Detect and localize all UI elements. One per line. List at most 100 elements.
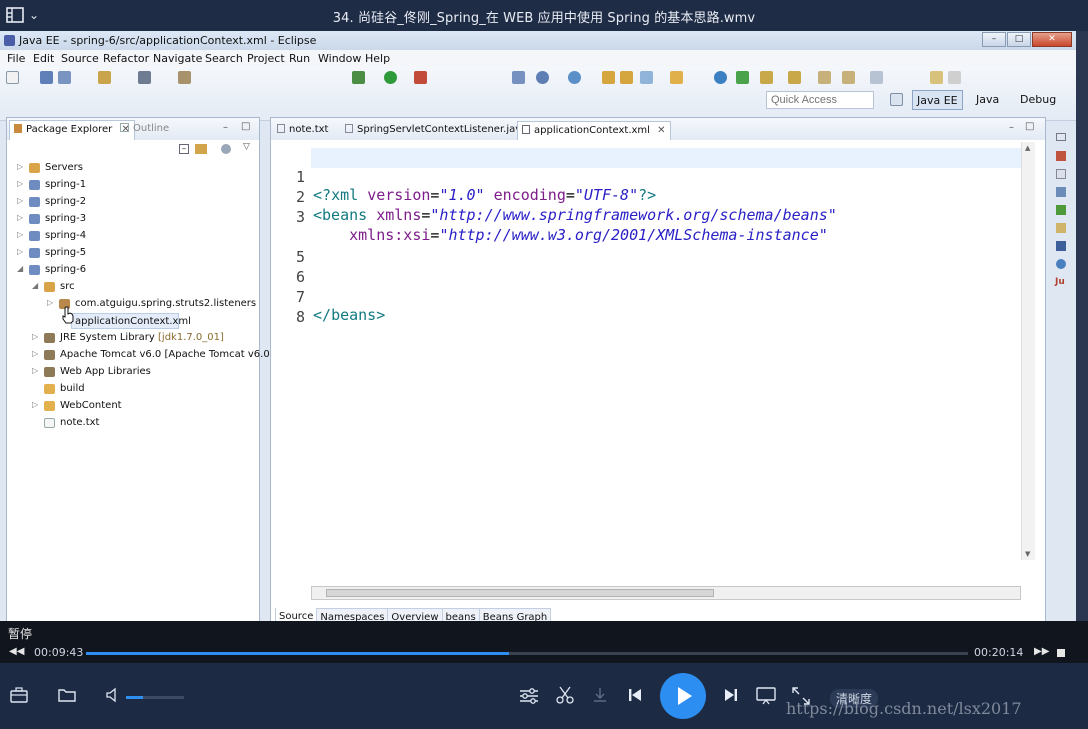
tree-item-spring-6[interactable]: ◢ spring-6 [7, 262, 257, 278]
menu-window[interactable]: Window [318, 52, 361, 65]
tab-spring-servlet-listener[interactable]: SpringServletContextListener.java [341, 121, 531, 140]
build-icon[interactable] [178, 71, 191, 84]
scroll-down-icon[interactable]: ▼ [1025, 550, 1030, 558]
maximize-button[interactable]: □ [1007, 32, 1031, 47]
expand-arrow-icon[interactable]: ▷ [17, 213, 23, 222]
new-server-icon[interactable] [512, 71, 525, 84]
maximize-view-icon[interactable]: □ [1025, 121, 1034, 132]
properties-view-icon[interactable] [1056, 169, 1066, 179]
last-edit-icon[interactable] [870, 71, 883, 84]
expand-arrow-icon[interactable]: ▷ [32, 332, 38, 341]
menu-run[interactable]: Run [289, 52, 310, 65]
new-web-icon[interactable] [536, 71, 549, 84]
play-button[interactable] [660, 673, 706, 719]
download-icon[interactable] [592, 687, 608, 703]
tree-item-application-context[interactable]: applicationContext.xml [71, 313, 191, 329]
next-icon[interactable] [723, 687, 739, 703]
scrollbar-thumb[interactable] [326, 589, 714, 597]
tree-item-tomcat-library[interactable]: ▷ Apache Tomcat v6.0 [Apache Tomcat v6.0… [7, 347, 274, 363]
data-source-view-icon[interactable] [1056, 205, 1066, 215]
globe-icon[interactable] [714, 71, 727, 84]
minimize-view-icon[interactable]: – [1009, 122, 1014, 133]
maximize-view-icon[interactable]: □ [241, 121, 250, 132]
vertical-scrollbar[interactable]: ▲ ▼ [1021, 142, 1035, 560]
minimize-button[interactable]: – [982, 32, 1006, 47]
next-annotation-icon[interactable] [788, 71, 801, 84]
volume-icon[interactable] [105, 687, 121, 703]
collapse-arrow-icon[interactable]: ◢ [32, 281, 38, 290]
rewind-icon[interactable]: ◀◀ [9, 646, 24, 657]
menu-search[interactable]: Search [205, 52, 243, 65]
expand-arrow-icon[interactable]: ▷ [32, 400, 38, 409]
tab-outline[interactable]: Outline [120, 123, 169, 134]
expand-arrow-icon[interactable]: ▷ [17, 247, 23, 256]
volume-slider[interactable] [126, 696, 184, 699]
tree-item-spring-3[interactable]: ▷ spring-3 [7, 211, 257, 227]
open-folder-icon[interactable] [58, 688, 76, 702]
collapse-all-icon[interactable]: – [179, 144, 189, 154]
open-folder-icon[interactable] [602, 71, 615, 84]
search-view-icon[interactable] [1056, 259, 1066, 269]
menu-file[interactable]: File [7, 52, 25, 65]
open-task-icon[interactable] [670, 71, 683, 84]
tree-item-spring-5[interactable]: ▷ spring-5 [7, 245, 257, 261]
junit-view-icon[interactable]: Ju [1055, 277, 1065, 287]
snippets-view-icon[interactable] [1056, 187, 1066, 197]
open-package-icon[interactable] [620, 71, 633, 84]
fast-forward-icon[interactable]: ▶▶ [1034, 646, 1049, 657]
tree-item-note[interactable]: note.txt [7, 415, 257, 431]
perspective-java[interactable]: Java [972, 90, 1003, 110]
tree-item-src[interactable]: ◢ src [7, 279, 257, 295]
close-button[interactable]: ✕ [1032, 32, 1072, 47]
debug-run-icon[interactable] [352, 71, 365, 84]
tab-note-txt[interactable]: note.txt [273, 121, 332, 140]
progress-slider[interactable] [86, 652, 968, 655]
refresh-icon[interactable] [736, 71, 749, 84]
code-editor[interactable]: 1 <?xml version="1.0" encoding="UTF-8"?>… [271, 140, 1023, 574]
screen-mode-icon[interactable] [756, 687, 776, 705]
restore-icon[interactable] [1056, 133, 1066, 141]
tree-item-build[interactable]: build [7, 381, 257, 397]
menu-help[interactable]: Help [365, 52, 390, 65]
view-menu-icon[interactable]: ▽ [243, 142, 250, 152]
tree-item-listeners-package[interactable]: ▷ com.atguigu.spring.struts2.listeners [7, 296, 257, 312]
expand-arrow-icon[interactable]: ▷ [17, 162, 23, 171]
menu-edit[interactable]: Edit [33, 52, 54, 65]
annotation-icon[interactable] [760, 71, 773, 84]
menu-source[interactable]: Source [61, 52, 99, 65]
scroll-up-icon[interactable]: ▲ [1025, 144, 1030, 152]
new-class-icon[interactable] [568, 71, 581, 84]
open-type-icon[interactable] [98, 71, 111, 84]
adjust-settings-icon[interactable] [519, 687, 539, 705]
perspective-debug[interactable]: Debug [1016, 90, 1060, 110]
back-icon[interactable] [818, 71, 831, 84]
tree-item-jre-library[interactable]: ▷ JRE System Library [jdk1.7.0_01] [7, 330, 257, 346]
expand-arrow-icon[interactable]: ▷ [17, 179, 23, 188]
expand-arrow-icon[interactable]: ▷ [17, 196, 23, 205]
forward-arrow-icon[interactable] [842, 71, 855, 84]
tab-application-context[interactable]: applicationContext.xml ✕ [517, 121, 671, 140]
tree-item-webcontent[interactable]: ▷ WebContent [7, 398, 257, 414]
run-icon[interactable] [384, 71, 397, 84]
collapse-arrow-icon[interactable]: ◢ [17, 264, 23, 273]
menu-refactor[interactable]: Refactor [103, 52, 149, 65]
server-view-icon[interactable] [1056, 151, 1066, 161]
tree-item-spring-4[interactable]: ▷ spring-4 [7, 228, 257, 244]
external-tools-icon[interactable] [414, 71, 427, 84]
search-icon[interactable] [640, 71, 653, 84]
scissors-icon[interactable] [556, 686, 574, 704]
save-all-icon[interactable] [58, 71, 71, 84]
save-icon[interactable] [40, 71, 53, 84]
expand-arrow-icon[interactable]: ▷ [47, 298, 53, 307]
tree-item-web-app-libraries[interactable]: ▷ Web App Libraries [7, 364, 257, 380]
open-perspective-icon[interactable] [890, 93, 903, 106]
menu-navigate[interactable]: Navigate [153, 52, 202, 65]
pin-editor-icon[interactable] [930, 71, 943, 84]
grid-icon[interactable] [948, 71, 961, 84]
tree-item-spring-2[interactable]: ▷ spring-2 [7, 194, 257, 210]
tree-item-servers[interactable]: ▷ Servers [7, 160, 257, 176]
perspective-java-ee[interactable]: Java EE [912, 90, 963, 110]
console-view-icon[interactable] [1056, 241, 1066, 251]
minimize-view-icon[interactable]: – [223, 122, 228, 133]
close-icon[interactable]: ✕ [657, 125, 665, 136]
